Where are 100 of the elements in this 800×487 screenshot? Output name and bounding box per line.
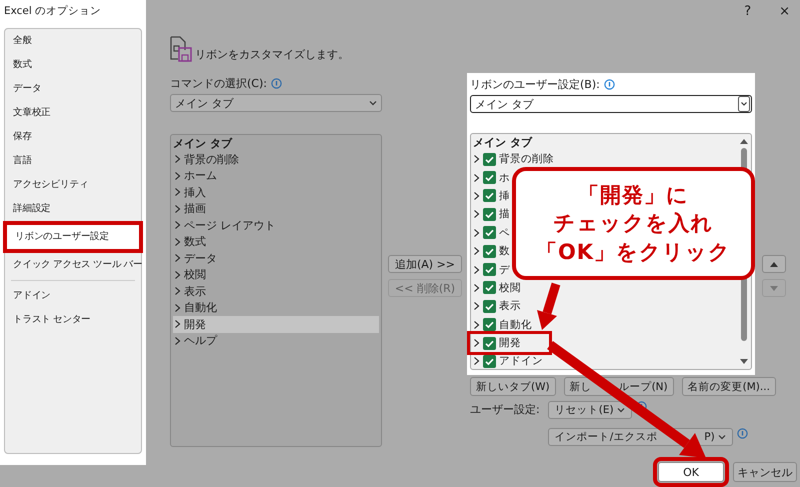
sidebar-item[interactable]: 保存 — [5, 125, 141, 149]
info-icon — [270, 78, 282, 88]
sidebar-item[interactable]: アクセシビリティ — [5, 173, 141, 197]
ribbon-item[interactable]: 開発 — [470, 334, 549, 352]
help-button[interactable]: ? — [744, 4, 752, 18]
callout-text: 「開発」に チェックを入れ 「OK」をクリック — [536, 182, 732, 266]
expand-chevron-icon — [473, 301, 480, 312]
checkbox[interactable] — [483, 263, 496, 276]
expand-chevron-icon — [473, 320, 480, 330]
expand-chevron-icon — [473, 246, 480, 256]
expand-chevron-icon — [174, 270, 181, 280]
expand-chevron-icon — [174, 286, 181, 296]
ribbon-item[interactable]: ホ — [473, 168, 510, 187]
caret-icon — [616, 407, 625, 413]
sidebar-item[interactable]: トラスト センター — [5, 308, 141, 332]
ribbon-item[interactable]: 表示 — [473, 297, 521, 316]
move-up-button[interactable] — [762, 255, 786, 273]
command-item[interactable]: 背景の削除 — [173, 151, 379, 168]
checkbox[interactable] — [483, 354, 496, 368]
tab-action-button[interactable]: 名前の変更(M)... — [682, 377, 776, 396]
command-item[interactable]: 自動化 — [173, 300, 379, 316]
checkbox[interactable] — [483, 171, 496, 184]
expand-chevron-icon — [473, 228, 480, 238]
ribbon-item[interactable]: 自動化 — [473, 316, 532, 334]
info-icon — [604, 78, 615, 90]
caret-icon — [738, 96, 750, 112]
expand-chevron-icon — [473, 282, 480, 293]
checkbox[interactable] — [483, 189, 496, 202]
expand-chevron-icon — [473, 172, 480, 183]
command-item[interactable]: データ — [173, 250, 379, 266]
command-item[interactable]: 描画 — [173, 200, 379, 217]
command-item[interactable]: 挿入 — [173, 184, 379, 200]
ribbon-item[interactable]: デ — [473, 260, 510, 279]
checkbox[interactable] — [483, 226, 496, 240]
checkbox[interactable] — [483, 281, 496, 294]
expand-chevron-icon — [174, 154, 181, 164]
close-button[interactable]: × — [779, 4, 790, 18]
section-heading: リボンをカスタマイズします。 — [195, 47, 349, 62]
ribbon-item[interactable]: 数 — [473, 242, 510, 260]
list-heading: メイン タブ — [173, 136, 234, 151]
cancel-button[interactable]: キャンセル — [733, 462, 797, 482]
expand-chevron-icon — [473, 190, 480, 201]
checkbox[interactable] — [483, 336, 496, 350]
window-title: Excel のオプション — [3, 4, 102, 19]
sidebar-item[interactable]: 文章校正 — [5, 101, 141, 125]
checkbox[interactable] — [483, 152, 496, 166]
ribbon-item[interactable]: 挿 — [473, 186, 510, 206]
sidebar-item[interactable]: 数式 — [5, 53, 141, 77]
sidebar-item[interactable]: アドイン — [5, 284, 141, 308]
command-item[interactable]: 数式 — [173, 234, 379, 250]
checkbox[interactable] — [483, 300, 496, 313]
list-heading: メイン タブ — [473, 135, 534, 150]
command-item[interactable]: 表示 — [173, 283, 379, 300]
field-label: リボンのユーザー設定(B): — [470, 76, 600, 92]
ribbon-item[interactable]: 校閲 — [473, 278, 521, 298]
expand-chevron-icon — [174, 220, 181, 230]
field-label: コマンドの選択(C): — [170, 76, 267, 90]
checkbox[interactable] — [483, 208, 496, 221]
command-dropdown[interactable]: メイン タブ — [170, 94, 382, 112]
checkbox[interactable] — [483, 318, 496, 332]
up-triangle-icon — [770, 262, 778, 266]
command-item[interactable]: 開発 — [173, 316, 379, 332]
tab-action-button[interactable]: 新しいタブ(W) — [470, 377, 556, 396]
command-item[interactable]: ヘルプ — [173, 332, 379, 349]
pointer-arrow — [537, 282, 560, 330]
scroll-down-icon[interactable] — [740, 359, 748, 365]
expand-chevron-icon — [473, 264, 480, 275]
sidebar-item[interactable]: クイック アクセス ツール バー — [5, 253, 141, 277]
caret-icon — [718, 434, 726, 440]
scroll-up-icon[interactable] — [740, 138, 748, 144]
sidebar-item[interactable]: 全般 — [5, 29, 141, 53]
sidebar-item[interactable]: データ — [5, 77, 141, 101]
expand-chevron-icon — [174, 302, 181, 313]
expand-chevron-icon — [174, 336, 181, 346]
command-item[interactable]: 校閲 — [173, 266, 379, 283]
expand-chevron-icon — [473, 356, 480, 366]
command-item[interactable]: ホーム — [173, 168, 379, 184]
ribbon-dropdown[interactable]: メイン タブ — [470, 95, 752, 113]
info-icon — [736, 428, 748, 439]
expand-chevron-icon — [174, 236, 181, 247]
sidebar-item[interactable]: 詳細設定 — [5, 197, 141, 221]
ribbon-item[interactable]: アドイン — [473, 352, 543, 371]
expand-chevron-icon — [174, 253, 181, 264]
document-disk-icon — [170, 36, 192, 62]
dropdown-button[interactable]: リセット(E) — [548, 401, 632, 419]
expand-chevron-icon — [174, 204, 181, 214]
field-label: ユーザー設定: — [470, 402, 540, 418]
add-button[interactable]: 追加(A) >> — [388, 255, 462, 273]
sidebar-item[interactable]: リボンのユーザー設定 — [7, 225, 139, 249]
checkbox[interactable] — [483, 244, 496, 258]
caret-icon — [369, 100, 377, 106]
sidebar-item[interactable]: 言語 — [5, 149, 141, 173]
command-item[interactable]: ページ レイアウト — [173, 217, 379, 234]
down-triangle-icon — [770, 286, 778, 290]
expand-chevron-icon — [174, 170, 181, 181]
ribbon-item[interactable]: ペ — [473, 224, 510, 242]
ribbon-item[interactable]: 背景の削除 — [473, 150, 554, 168]
expand-chevron-icon — [473, 154, 480, 164]
expand-chevron-icon — [174, 319, 181, 330]
ribbon-item[interactable]: 描 — [473, 205, 510, 224]
